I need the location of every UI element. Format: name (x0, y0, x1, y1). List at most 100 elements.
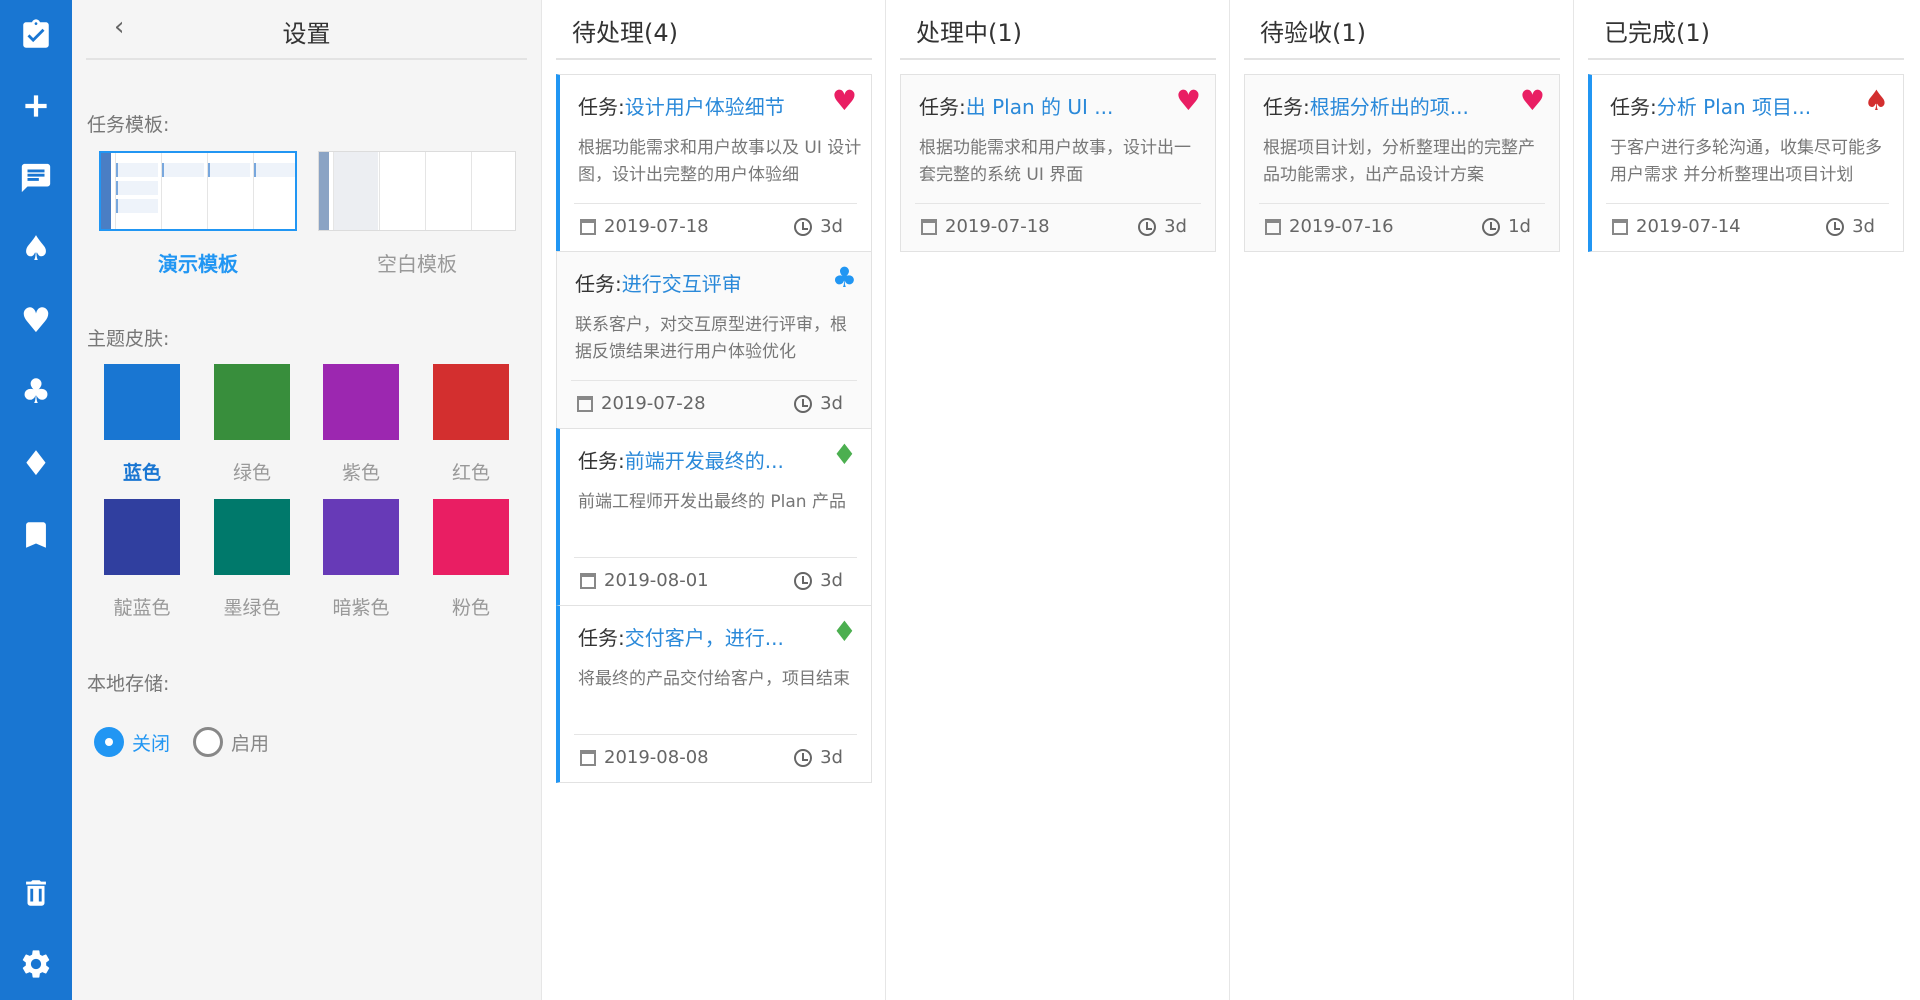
calendar-icon (577, 395, 593, 412)
theme-name-pink[interactable]: 粉色 (433, 593, 509, 620)
theme-swatch-red[interactable] (433, 364, 509, 440)
heart-icon[interactable]: ♥ (832, 87, 857, 115)
theme-swatch-teal[interactable] (214, 499, 290, 575)
card-date: 2019-07-28 (577, 393, 706, 414)
template-name-demo[interactable]: 演示模板 (99, 248, 297, 277)
thumb-card (116, 181, 158, 195)
club-icon[interactable]: ♣ (832, 264, 857, 292)
card-description: 将最终的产品交付给客户，项目结束 (578, 669, 850, 689)
icon-rail: ♠ ♥ ♣ ♦ (0, 0, 72, 1000)
card-footer: 2019-07-18 3d (574, 203, 857, 251)
card-title-prefix: 任务: (575, 272, 622, 296)
column-title: 已完成(1) (1604, 19, 1710, 47)
column-title: 待验收(1) (1260, 19, 1366, 47)
column-review: 待验收(1) 任务:根据分析出的项... ♥ 根据项目计划，分析整理出的完整产品… (1229, 0, 1573, 1000)
card-footer: 2019-08-01 3d (574, 557, 857, 605)
theme-swatch-indigo[interactable] (104, 499, 180, 575)
theme-swatch-green[interactable] (214, 364, 290, 440)
template-name-blank[interactable]: 空白模板 (318, 248, 516, 277)
theme-swatch-purple[interactable] (323, 364, 399, 440)
storage-radio-on[interactable]: 启用 (193, 727, 269, 757)
card-title-prefix: 任务: (919, 95, 966, 119)
card-duration-text: 3d (820, 393, 843, 414)
column-in-progress: 处理中(1) 任务:出 Plan 的 UI ... ♥ 根据功能需求和用户故事，… (885, 0, 1229, 1000)
board-icon[interactable] (0, 153, 72, 203)
clock-icon (794, 217, 813, 236)
task-card[interactable]: 任务:根据分析出的项... ♥ 根据项目计划，分析整理出的完整产品功能需求，出产… (1244, 74, 1560, 252)
card-title-name: 进行交互评审 (621, 272, 742, 296)
clock-icon (794, 394, 813, 413)
theme-name-teal[interactable]: 墨绿色 (214, 593, 290, 620)
card-date: 2019-07-18 (921, 216, 1050, 237)
card-title-name: 分析 Plan 项目... (1656, 95, 1812, 119)
column-header: 待处理(4) (556, 0, 872, 60)
diamond-icon[interactable]: ♦ (0, 439, 72, 489)
diamond-icon[interactable]: ♦ (832, 441, 857, 469)
card-duration: 3d (1138, 216, 1187, 237)
spade-icon[interactable]: ♠ (0, 224, 72, 274)
clock-icon (1138, 217, 1157, 236)
settings-header: ‹ 设置 (86, 0, 527, 60)
theme-name-red[interactable]: 红色 (433, 458, 509, 485)
task-card[interactable]: 任务:交付客户，进行... ♦ 将最终的产品交付给客户，项目结束 2019-08… (556, 605, 872, 783)
theme-name-deep-purple[interactable]: 暗紫色 (323, 593, 399, 620)
settings-title: 设置 (282, 20, 331, 48)
heart-icon[interactable]: ♥ (0, 296, 72, 346)
thumb-card (116, 163, 158, 177)
card-duration: 1d (1482, 216, 1531, 237)
card-footer: 2019-07-16 1d (1259, 203, 1545, 251)
thumb-rail (319, 152, 329, 230)
heart-icon[interactable]: ♥ (1520, 87, 1545, 115)
card-footer: 2019-07-28 3d (571, 380, 857, 428)
card-title: 任务:出 Plan 的 UI ... (919, 91, 1159, 120)
theme-name-purple[interactable]: 紫色 (323, 458, 399, 485)
theme-swatch-pink[interactable] (433, 499, 509, 575)
card-footer: 2019-07-14 3d (1606, 203, 1889, 251)
column-title: 处理中(1) (916, 19, 1022, 47)
app: ♠ ♥ ♣ ♦ ‹ 设置 任务模板: 演示模板 空白模板 主题皮肤: 蓝色 绿色… (0, 0, 1920, 1000)
card-description: 联系客户，对交互原型进行评审，根据反馈结果进行用户体验优化 (575, 315, 847, 362)
clipboard-check-icon[interactable] (0, 10, 72, 60)
trash-icon[interactable] (0, 868, 72, 918)
column-header: 已完成(1) (1588, 0, 1904, 60)
thumb-card (116, 199, 158, 213)
task-card[interactable]: 任务:进行交互评审 ♣ 联系客户，对交互原型进行评审，根据反馈结果进行用户体验优… (556, 251, 872, 429)
theme-label: 主题皮肤: (87, 328, 170, 350)
heart-icon[interactable]: ♥ (1176, 87, 1201, 115)
storage-radio-off[interactable]: 关闭 (94, 727, 170, 757)
card-duration-text: 3d (820, 216, 843, 237)
card-description: 根据功能需求和用户故事以及 UI 设计图，设计出完整的用户体验细 (578, 138, 862, 185)
spade-icon[interactable]: ♠ (1864, 87, 1889, 115)
template-thumb-demo[interactable] (99, 151, 297, 231)
card-duration-text: 1d (1508, 216, 1531, 237)
template-thumb-blank[interactable] (318, 151, 516, 231)
card-title-name: 前端开发最终的... (624, 449, 784, 473)
diamond-icon[interactable]: ♦ (832, 618, 857, 646)
card-date: 2019-08-08 (580, 747, 709, 768)
task-card[interactable]: 任务:分析 Plan 项目... ♠ 于客户进行多轮沟通，收集尽可能多用户需求 … (1588, 74, 1904, 252)
column-todo: 待处理(4) 任务:设计用户体验细节 ♥ 根据功能需求和用户故事以及 UI 设计… (541, 0, 885, 1000)
plus-icon[interactable] (0, 81, 72, 131)
card-title-prefix: 任务: (1610, 95, 1657, 119)
club-icon[interactable]: ♣ (0, 367, 72, 417)
calendar-icon (1265, 218, 1281, 235)
theme-swatch-blue[interactable] (104, 364, 180, 440)
thumb-card (208, 163, 250, 177)
card-duration-text: 3d (820, 747, 843, 768)
task-card[interactable]: 任务:设计用户体验细节 ♥ 根据功能需求和用户故事以及 UI 设计图，设计出完整… (556, 74, 872, 252)
column-title: 待处理(4) (572, 19, 678, 47)
task-card[interactable]: 任务:出 Plan 的 UI ... ♥ 根据功能需求和用户故事，设计出一套完整… (900, 74, 1216, 252)
column-header: 待验收(1) (1244, 0, 1560, 60)
theme-name-indigo[interactable]: 靛蓝色 (104, 593, 180, 620)
gear-icon[interactable] (0, 939, 72, 989)
calendar-icon (1612, 218, 1628, 235)
card-description: 根据功能需求和用户故事，设计出一套完整的系统 UI 界面 (919, 138, 1191, 185)
theme-name-blue[interactable]: 蓝色 (104, 458, 180, 485)
bookmark-icon[interactable] (0, 510, 72, 560)
theme-swatch-deep-purple[interactable] (323, 499, 399, 575)
theme-name-green[interactable]: 绿色 (214, 458, 290, 485)
card-duration: 3d (794, 570, 843, 591)
task-card[interactable]: 任务:前端开发最终的... ♦ 前端工程师开发出最终的 Plan 产品 2019… (556, 428, 872, 606)
radio-checked-icon (94, 727, 124, 757)
card-footer: 2019-07-18 3d (915, 203, 1201, 251)
